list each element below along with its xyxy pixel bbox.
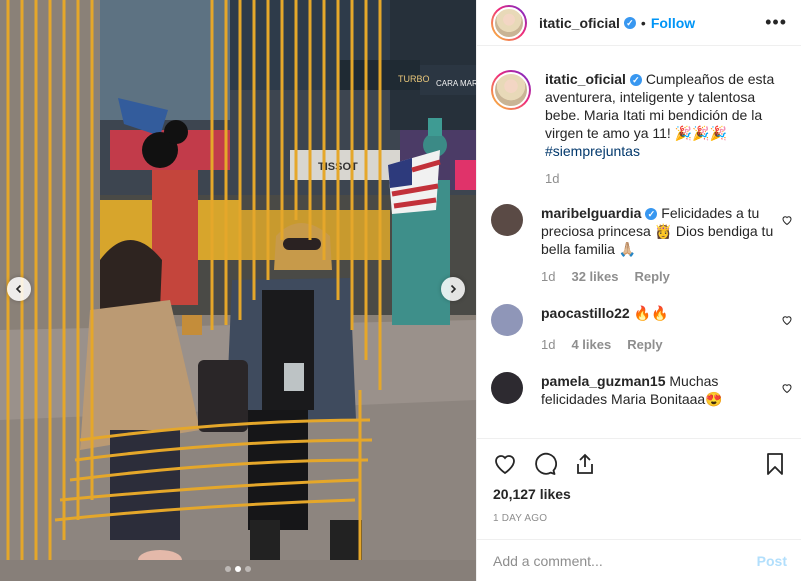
comment-body: pamela_guzman15 Muchas felicidades Maria… [541,372,781,408]
caption-avatar[interactable] [491,70,531,110]
comment-age[interactable]: 1d [541,336,555,354]
caption-body: itatic_oficial ✓ Cumpleaños de esta avent… [545,70,793,188]
next-photo-button[interactable] [441,277,465,301]
reply-button[interactable]: Reply [627,336,662,354]
comment-likes[interactable]: 4 likes [571,336,611,354]
comment: paocastillo22 🔥🔥 1d 4 likes Reply [491,304,793,354]
commenter-username[interactable]: paocastillo22 [541,305,630,321]
like-comment-heart-icon[interactable] [781,314,793,326]
author-avatar[interactable] [491,4,527,41]
prev-photo-button[interactable] [7,277,31,301]
post-comment-button[interactable]: Post [757,553,787,569]
comment-likes[interactable]: 32 likes [571,268,618,286]
verified-badge-icon: ✓ [645,208,658,220]
caption-age[interactable]: 1d [545,170,559,188]
post-actions: 20,127 likes 1 DAY AGO [477,438,801,524]
carousel-dots [225,566,251,572]
comment: maribelguardia ✓ Felicidades a tu precios… [491,204,793,286]
post-timestamp[interactable]: 1 DAY AGO [493,513,787,524]
add-comment-bar: Post [477,539,801,581]
commenter-username[interactable]: maribelguardia [541,205,641,221]
share-icon[interactable] [573,452,597,476]
comment-body: paocastillo22 🔥🔥 1d 4 likes Reply [541,304,781,354]
like-heart-icon[interactable] [493,452,517,476]
verified-badge-icon: ✓ [629,74,642,86]
photo-scene: TURBO CARA MARIA TISSOT [0,0,476,581]
carousel-dot-active [235,566,241,572]
caption-username[interactable]: itatic_oficial [545,71,626,87]
commenter-username[interactable]: pamela_guzman15 [541,373,666,389]
instagram-post: TURBO CARA MARIA TISSOT [0,0,801,581]
comment-age[interactable]: 1d [541,268,555,286]
action-icons [493,451,787,477]
post-side-panel: itatic_oficial ✓ • Follow ••• itatic_ofi… [476,0,801,581]
verified-badge-icon: ✓ [623,16,636,29]
author-username[interactable]: itatic_oficial [539,15,620,31]
separator-dot: • [640,14,646,31]
comment-text: 🔥🔥 [633,305,669,321]
follow-button[interactable]: Follow [651,15,695,31]
commenter-avatar[interactable] [491,204,523,236]
caption-meta: 1d [545,170,793,188]
like-comment-heart-icon[interactable] [781,382,793,394]
commenter-avatar[interactable] [491,304,523,336]
comment-body: maribelguardia ✓ Felicidades a tu precios… [541,204,781,286]
comment-bubble-icon[interactable] [533,452,557,476]
carousel-dot [225,566,231,572]
more-options-icon[interactable]: ••• [765,12,793,33]
comments-list[interactable]: itatic_oficial ✓ Cumpleaños de esta avent… [477,70,801,438]
caption-hashtag[interactable]: #siemprejuntas [545,143,640,159]
post-header: itatic_oficial ✓ • Follow ••• [477,0,801,46]
sign-turbo: TURBO [398,74,430,84]
chevron-right-icon [450,284,457,294]
caption: itatic_oficial ✓ Cumpleaños de esta avent… [491,70,793,188]
comment-meta: 1d 4 likes Reply [541,336,781,354]
like-comment-heart-icon[interactable] [781,214,793,226]
sign-cara-maria: CARA MARIA [436,79,476,88]
comment-input[interactable] [493,552,757,569]
post-photo[interactable]: TURBO CARA MARIA TISSOT [0,0,476,581]
likes-count[interactable]: 20,127 likes [493,486,787,502]
header-user: itatic_oficial ✓ • Follow [539,15,695,31]
commenter-avatar[interactable] [491,372,523,404]
bookmark-icon[interactable] [763,452,787,476]
reply-button[interactable]: Reply [634,268,669,286]
carousel-dot [245,566,251,572]
comment-meta: 1d 32 likes Reply [541,268,781,286]
chevron-left-icon [15,284,22,294]
comment: pamela_guzman15 Muchas felicidades Maria… [491,372,793,408]
